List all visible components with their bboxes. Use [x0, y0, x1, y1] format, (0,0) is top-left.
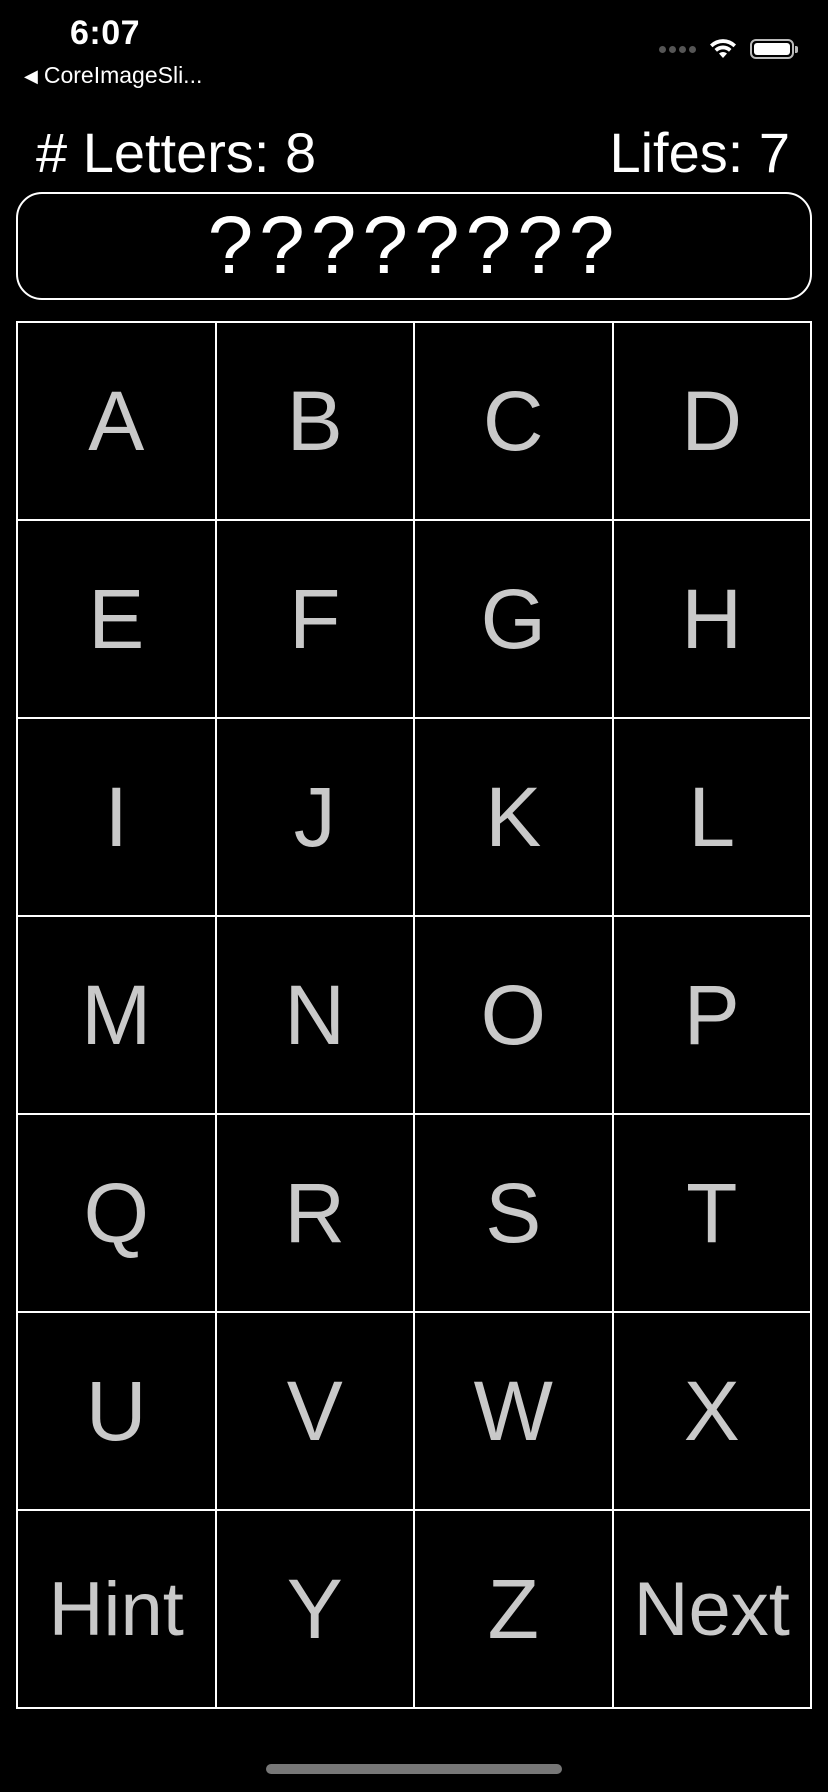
key-z[interactable]: Z [415, 1511, 614, 1709]
key-s[interactable]: S [415, 1115, 614, 1313]
key-r[interactable]: R [216, 1115, 415, 1313]
key-b[interactable]: B [216, 323, 415, 521]
wifi-icon [710, 39, 736, 58]
lifes-count: Lifes: 7 [609, 121, 790, 184]
key-f[interactable]: F [216, 521, 415, 719]
key-t[interactable]: T [613, 1115, 812, 1313]
home-indicator[interactable] [266, 1764, 562, 1774]
key-p[interactable]: P [613, 917, 812, 1115]
key-j[interactable]: J [216, 719, 415, 917]
back-link-label: CoreImageSli... [43, 62, 203, 88]
word-display: ???????? [16, 192, 812, 300]
key-c[interactable]: C [415, 323, 614, 521]
key-a[interactable]: A [18, 323, 217, 521]
key-m[interactable]: M [18, 917, 217, 1115]
key-e[interactable]: E [18, 521, 217, 719]
back-link[interactable]: ◀ CoreImageSli... [24, 62, 202, 89]
key-l[interactable]: L [613, 719, 812, 917]
key-k[interactable]: K [415, 719, 614, 917]
key-d[interactable]: D [613, 323, 812, 521]
hint-button[interactable]: Hint [18, 1511, 217, 1709]
key-i[interactable]: I [18, 719, 217, 917]
back-arrow-icon: ◀ [24, 65, 38, 86]
letter-keyboard: A B C D E F G H I J K L M N O P Q R S T … [16, 321, 812, 1709]
signal-icon [659, 45, 696, 53]
status-icons [659, 38, 798, 60]
key-g[interactable]: G [415, 521, 614, 719]
key-h[interactable]: H [613, 521, 812, 719]
next-button[interactable]: Next [613, 1511, 812, 1709]
key-u[interactable]: U [18, 1313, 217, 1511]
key-o[interactable]: O [415, 917, 614, 1115]
key-x[interactable]: X [613, 1313, 812, 1511]
key-n[interactable]: N [216, 917, 415, 1115]
letters-count: # Letters: 8 [36, 121, 317, 184]
key-q[interactable]: Q [18, 1115, 217, 1313]
key-v[interactable]: V [216, 1313, 415, 1511]
battery-icon [750, 39, 798, 59]
key-w[interactable]: W [415, 1313, 614, 1511]
key-y[interactable]: Y [216, 1511, 415, 1709]
status-time: 6:07 [70, 14, 141, 52]
